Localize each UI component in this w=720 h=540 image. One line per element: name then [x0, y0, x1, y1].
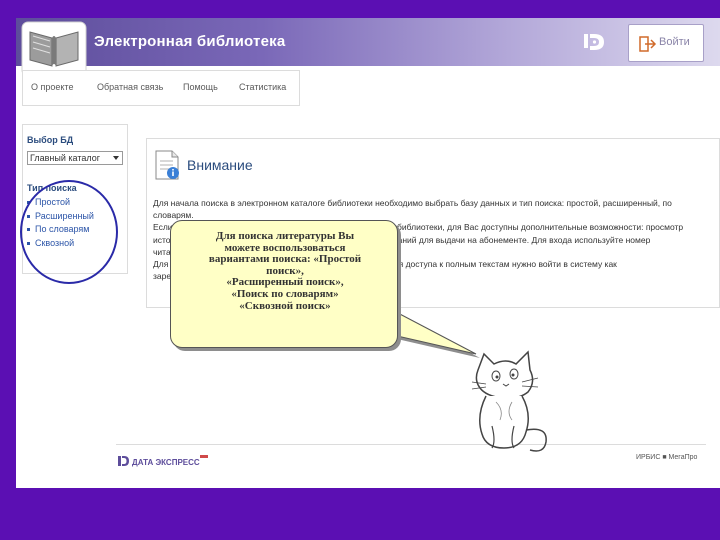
nav-item-help[interactable]: Помощь — [183, 82, 218, 92]
callout-line: «Поиск по словарям» — [231, 287, 339, 300]
cat-illustration-icon — [471, 350, 547, 452]
db-select[interactable]: Главный каталог — [27, 151, 123, 165]
nav-item-statistics[interactable]: Статистика — [239, 82, 286, 92]
annotation-circle — [20, 180, 118, 284]
db-select-value: Главный каталог — [30, 153, 100, 163]
irbis-megapro-logo: ИРБИС ■ МегаПро — [636, 454, 698, 461]
chevron-down-icon — [113, 156, 119, 160]
attention-title: Внимание — [187, 157, 253, 173]
attention-paragraph: Для начала поиска в электронном каталоге… — [153, 198, 672, 221]
header-bar: Электронная библиотека Войти — [16, 18, 720, 76]
callout-text: Для поиска литературы Вы можете воспольз… — [179, 230, 391, 312]
callout-line: «Сквозной поиск» — [239, 299, 331, 312]
db-select-title: Выбор БД — [27, 135, 74, 145]
document-info-icon — [155, 150, 179, 180]
nav-item-about[interactable]: О проекте — [31, 82, 73, 92]
app-title: Электронная библиотека — [94, 33, 286, 50]
footer-divider — [116, 444, 706, 445]
data-express-logo-text: ДАТА ЭКСПРЕСС — [132, 458, 200, 467]
callout-box: Для поиска литературы Вы можете воспольз… — [170, 220, 398, 348]
book-icon — [21, 21, 87, 76]
top-nav: О проекте Обратная связь Помощь Статисти… — [22, 70, 300, 106]
login-label: Войти — [659, 36, 690, 48]
brand-logo-icon — [584, 34, 604, 50]
login-icon — [639, 36, 657, 52]
data-express-logo: ДАТА ЭКСПРЕСС — [118, 455, 208, 467]
nav-item-feedback[interactable]: Обратная связь — [97, 82, 163, 92]
callout-bubble: Для поиска литературы Вы можете воспольз… — [170, 220, 490, 400]
login-button[interactable]: Войти — [628, 24, 704, 62]
callout-line: Для поиска литературы Вы — [215, 230, 355, 242]
